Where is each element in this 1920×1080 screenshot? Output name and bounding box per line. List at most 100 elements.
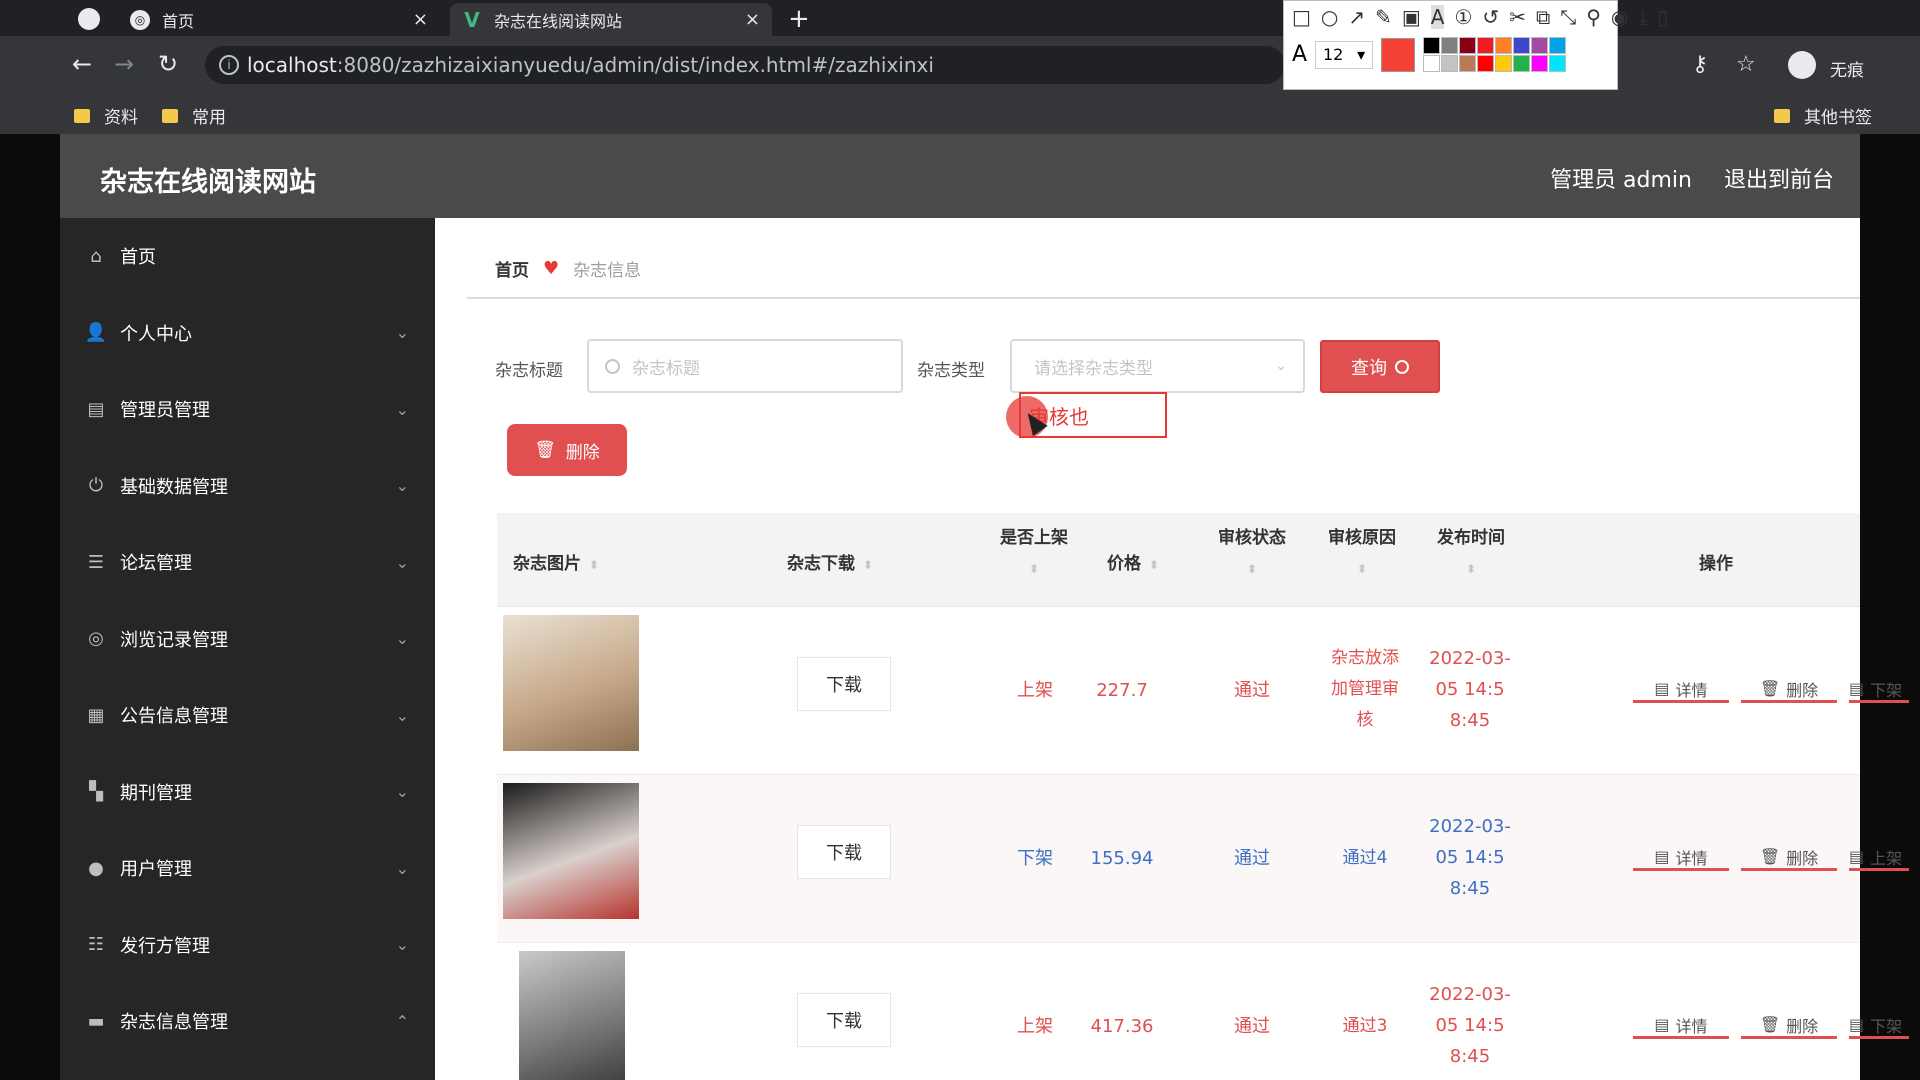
record-icon[interactable]: ◉: [1611, 5, 1628, 29]
arrow-tool-icon[interactable]: ↗: [1348, 5, 1365, 29]
chevron-icon: ⌄: [395, 399, 409, 419]
toggle-shelf-button[interactable]: ▤ 下架: [1849, 677, 1909, 703]
close-icon[interactable]: ×: [745, 9, 760, 30]
forward-arrow-icon[interactable]: →: [114, 50, 134, 78]
color-palette: [1423, 37, 1567, 72]
bookmark-folder-other[interactable]: 其他书签: [1774, 103, 1872, 128]
rectangle-tool-icon[interactable]: □: [1292, 5, 1311, 29]
color-swatch[interactable]: [1495, 55, 1513, 72]
ellipse-tool-icon[interactable]: ○: [1321, 5, 1338, 29]
detail-label: 详情: [1675, 1016, 1708, 1036]
color-swatch[interactable]: [1549, 37, 1567, 54]
sidebar-item[interactable]: ▚ 期刊管理 ⌄: [60, 754, 435, 830]
info-icon[interactable]: i: [219, 55, 239, 75]
sidebar-item[interactable]: 👤 个人中心 ⌄: [60, 295, 435, 371]
table-row: 下载 下架 155.94 通过 通过4 2022-03-05 14:58:45 …: [497, 775, 1909, 943]
sidebar-item[interactable]: ⏻ 基础数据管理 ⌄: [60, 448, 435, 524]
key-icon[interactable]: ⚷: [1692, 52, 1708, 77]
color-swatch[interactable]: [1459, 37, 1477, 54]
color-swatch[interactable]: [1477, 37, 1495, 54]
magazine-cover-image[interactable]: [503, 783, 639, 919]
review-status: 通过: [1234, 1016, 1270, 1037]
undo-icon[interactable]: ↺: [1482, 5, 1499, 29]
color-swatch[interactable]: [1513, 37, 1531, 54]
col-review-reason[interactable]: 审核原因 ⬍: [1322, 523, 1402, 578]
sidebar-item[interactable]: ◎ 浏览记录管理 ⌄: [60, 601, 435, 677]
toggle-shelf-button[interactable]: ▤ 下架: [1849, 1013, 1909, 1039]
text-tool-icon[interactable]: A: [1430, 5, 1445, 29]
back-arrow-icon[interactable]: ←: [72, 50, 92, 78]
download-button[interactable]: 下载: [797, 657, 891, 711]
bookmark-folder-ziliao[interactable]: 资料: [74, 103, 138, 128]
color-swatch[interactable]: [1531, 37, 1549, 54]
sort-icon: ⬍: [1246, 562, 1258, 576]
color-swatch[interactable]: [1495, 37, 1513, 54]
breadcrumb-home[interactable]: 首页: [495, 256, 529, 281]
logout-to-front-link[interactable]: 退出到前台: [1724, 162, 1834, 194]
color-swatch[interactable]: [1513, 55, 1531, 72]
chevron-icon: ⌄: [395, 935, 409, 954]
color-swatch[interactable]: [1477, 55, 1495, 72]
current-color-swatch[interactable]: [1381, 37, 1416, 72]
col-download[interactable]: 杂志下载 ⬍: [787, 549, 873, 574]
detail-button[interactable]: ▤ 详情: [1633, 1013, 1729, 1039]
col-price[interactable]: 价格 ⬍: [1107, 549, 1159, 574]
cut-icon[interactable]: ✂: [1509, 5, 1526, 29]
sidebar-item[interactable]: ▤ 管理员管理 ⌄: [60, 371, 435, 447]
sidebar-item[interactable]: ☰ 论坛管理 ⌄: [60, 524, 435, 600]
col-shelf[interactable]: 是否上架 ⬍: [994, 523, 1074, 578]
star-icon[interactable]: ☆: [1736, 52, 1756, 77]
sidebar-item[interactable]: ⌂ 首页: [60, 218, 435, 294]
font-size-select[interactable]: 12 ▾: [1315, 40, 1374, 69]
download-button[interactable]: 下载: [797, 825, 891, 879]
sidebar-item[interactable]: ☷ 发行方管理 ⌄: [60, 907, 435, 983]
row-delete-button[interactable]: 🗑 删除: [1741, 845, 1837, 871]
color-swatch[interactable]: [1423, 55, 1441, 72]
color-swatch[interactable]: [1441, 37, 1459, 54]
incognito-avatar-icon[interactable]: [1788, 51, 1816, 79]
detail-button[interactable]: ▤ 详情: [1633, 677, 1729, 703]
translate-icon[interactable]: ⧉: [1536, 5, 1550, 29]
row-delete-button[interactable]: 🗑 删除: [1741, 1013, 1837, 1039]
col-publish-time[interactable]: 发布时间 ⬍: [1431, 523, 1511, 578]
query-button[interactable]: 查询: [1320, 340, 1440, 393]
bookmark-folder-changyong[interactable]: 常用: [162, 103, 226, 128]
profile-label[interactable]: 无痕: [1830, 56, 1864, 81]
magazine-cover-image[interactable]: [503, 615, 639, 751]
color-swatch[interactable]: [1441, 55, 1459, 72]
color-swatch[interactable]: [1549, 55, 1567, 72]
color-swatch[interactable]: [1423, 37, 1441, 54]
phone-icon[interactable]: ▯: [1657, 5, 1668, 29]
color-swatch[interactable]: [1459, 55, 1477, 72]
new-tab-button[interactable]: +: [788, 4, 810, 34]
type-select[interactable]: 请选择杂志类型 ⌄: [1010, 339, 1305, 393]
row-delete-button[interactable]: 🗑 删除: [1741, 677, 1837, 703]
col-review-status[interactable]: 审核状态 ⬍: [1212, 523, 1292, 578]
download-icon[interactable]: ⤓: [1638, 5, 1647, 29]
mosaic-tool-icon[interactable]: ▣: [1402, 5, 1421, 29]
fullscreen-icon[interactable]: ⤡: [1560, 5, 1576, 29]
reload-icon[interactable]: ↻: [158, 50, 178, 78]
download-button[interactable]: 下载: [797, 993, 891, 1047]
sidebar-item[interactable]: ▬ 杂志信息管理 ⌃: [60, 983, 435, 1059]
color-swatch[interactable]: [1531, 55, 1549, 72]
toggle-shelf-button[interactable]: ▤ 上架: [1849, 845, 1909, 871]
globe-icon[interactable]: [78, 8, 100, 30]
detail-button[interactable]: ▤ 详情: [1633, 845, 1729, 871]
pin-icon[interactable]: ⚲: [1586, 5, 1601, 29]
url-input[interactable]: i localhost:8080/zazhizaixianyuedu/admin…: [205, 46, 1285, 84]
sidebar-item[interactable]: ● 用户管理 ⌄: [60, 830, 435, 906]
number-tool-icon[interactable]: ①: [1454, 5, 1472, 29]
title-search-input[interactable]: 杂志标题: [587, 339, 903, 393]
admin-app: 杂志在线阅读网站 管理员 admin 退出到前台 ⌂ 首页 👤 个人中心 ⌄ ▤ …: [60, 134, 1909, 1080]
col-image[interactable]: 杂志图片 ⬍: [513, 549, 599, 574]
pen-tool-icon[interactable]: ✎: [1375, 5, 1392, 29]
divider: [467, 297, 1860, 299]
magazine-cover-image[interactable]: [519, 951, 625, 1080]
tab-home[interactable]: ◎ 首页 ×: [118, 3, 440, 36]
close-icon[interactable]: ×: [413, 9, 428, 30]
tab-magazine-site[interactable]: V 杂志在线阅读网站 ×: [450, 3, 772, 36]
sidebar-item[interactable]: ▦ 公告信息管理 ⌄: [60, 677, 435, 753]
globe-icon: ◎: [130, 9, 150, 30]
batch-delete-button[interactable]: 🗑 删除: [507, 424, 627, 476]
